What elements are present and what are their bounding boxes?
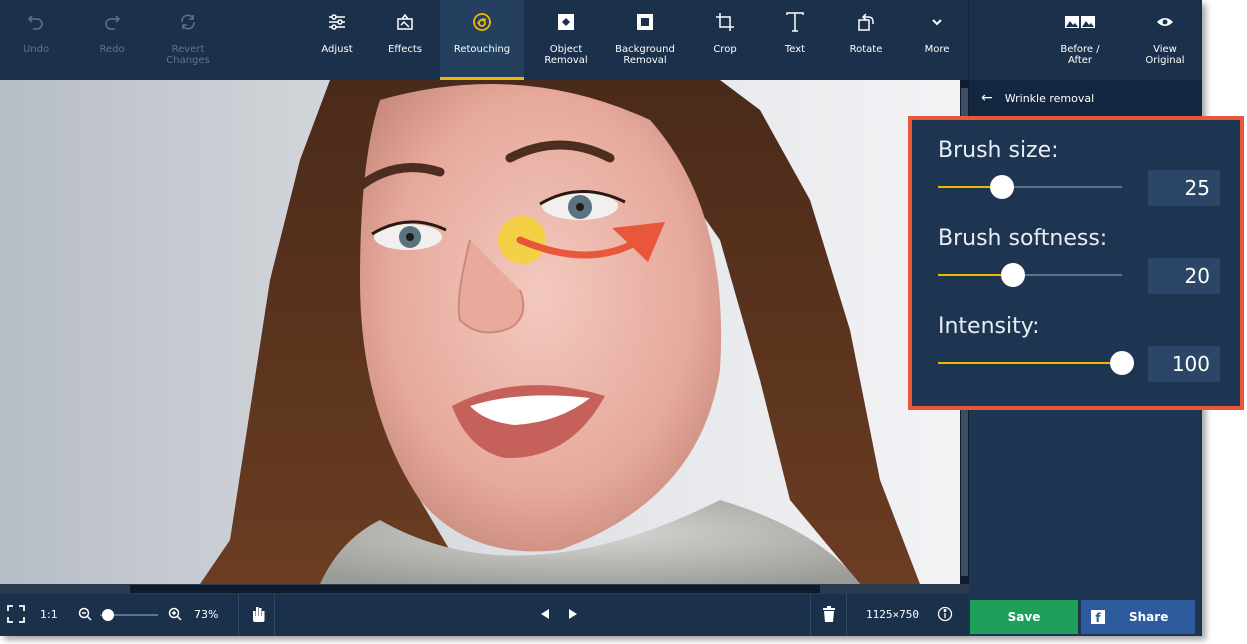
zoom-slider[interactable] (100, 609, 158, 621)
divider (238, 594, 239, 636)
before-after-icon (1064, 0, 1096, 44)
divider (810, 594, 811, 636)
brush-size-slider[interactable] (938, 175, 1122, 199)
crop-icon (715, 0, 735, 44)
effects-label: Effects (388, 44, 422, 55)
intensity-label: Intensity: (938, 314, 1040, 339)
eye-icon (1156, 0, 1174, 44)
retouching-label: Retouching (453, 44, 511, 55)
view-original-label: View Original (1145, 44, 1185, 66)
sliders-icon (327, 0, 347, 44)
save-button[interactable]: Save (970, 600, 1078, 634)
brush-softness-slider-knob[interactable] (1001, 263, 1025, 287)
undo-label: Undo (22, 44, 50, 55)
background-removal-icon (635, 0, 655, 44)
more-button[interactable]: More (906, 0, 968, 80)
brush-size-label: Brush size: (938, 138, 1059, 163)
share-button[interactable]: f Share (1081, 600, 1195, 634)
retouching-button[interactable]: Retouching (440, 0, 524, 80)
rotate-label: Rotate (849, 44, 883, 55)
trash-icon[interactable] (822, 605, 836, 626)
horizontal-scroll-thumb[interactable] (130, 585, 820, 593)
rotate-button[interactable]: Rotate (830, 0, 902, 80)
brush-softness-slider[interactable] (938, 263, 1122, 287)
object-removal-icon (556, 0, 576, 44)
adjust-button[interactable]: Adjust (304, 0, 370, 80)
info-icon[interactable] (937, 606, 953, 625)
back-arrow-icon[interactable]: ← (981, 90, 993, 106)
brush-size-slider-knob[interactable] (990, 175, 1014, 199)
image-dimensions: 1125×750 (866, 608, 919, 621)
undo-icon (26, 0, 46, 44)
bottom-bar: 1:1 73% 1125×750 (0, 594, 969, 636)
intensity-slider-knob[interactable] (1110, 351, 1134, 375)
rotate-icon (856, 0, 876, 44)
effects-icon (395, 0, 415, 44)
zoom-slider-knob[interactable] (102, 609, 114, 621)
object-removal-label: Object Removal (544, 44, 588, 66)
zoom-level: 73% (194, 608, 219, 621)
intensity-value[interactable]: 100 (1148, 346, 1220, 382)
more-label: More (924, 44, 950, 55)
redo-icon (102, 0, 122, 44)
horizontal-scrollbar[interactable] (0, 584, 969, 594)
text-button[interactable]: Text (760, 0, 830, 80)
share-label: Share (1129, 610, 1169, 624)
redo-label: Redo (99, 44, 125, 55)
crop-button[interactable]: Crop (690, 0, 760, 80)
divider (846, 594, 847, 636)
intensity-slider[interactable] (938, 351, 1134, 375)
background-removal-label: Background Removal (615, 44, 675, 66)
intensity-slider-fill (938, 362, 1122, 364)
before-after-button[interactable]: Before / After (1035, 0, 1125, 80)
adjust-label: Adjust (321, 44, 353, 55)
divider (274, 594, 275, 636)
retouching-icon (471, 0, 493, 44)
hand-tool-icon[interactable] (250, 605, 266, 626)
brush-size-value[interactable]: 25 (1148, 170, 1220, 206)
revert-icon (178, 0, 198, 44)
image-canvas[interactable] (0, 80, 960, 584)
chevron-down-icon (930, 0, 944, 44)
brush-settings-callout: Brush size: 25 Brush softness: 20 Intens… (908, 116, 1244, 410)
panel-header[interactable]: ← Wrinkle removal (969, 80, 1202, 116)
brush-softness-value[interactable]: 20 (1148, 258, 1220, 294)
redo-button[interactable]: Redo (72, 0, 152, 80)
previous-image-icon[interactable] (540, 608, 550, 623)
text-label: Text (784, 44, 806, 55)
facebook-icon: f (1091, 610, 1105, 625)
revert-changes-button[interactable]: Revert Changes (152, 0, 224, 80)
zoom-in-icon[interactable] (168, 607, 182, 624)
next-image-icon[interactable] (568, 608, 578, 623)
portrait-photo (200, 80, 920, 584)
crop-label: Crop (713, 44, 737, 55)
effects-button[interactable]: Effects (370, 0, 440, 80)
fit-to-screen-icon[interactable] (6, 604, 26, 627)
brush-softness-label: Brush softness: (938, 226, 1108, 251)
actual-size-button[interactable]: 1:1 (40, 608, 58, 621)
toolbar-view-group: Before / After View Original (968, 0, 1202, 80)
zoom-out-icon[interactable] (78, 607, 92, 624)
panel-title: Wrinkle removal (1004, 91, 1095, 105)
view-original-button[interactable]: View Original (1129, 0, 1201, 80)
background-removal-button[interactable]: Background Removal (604, 0, 686, 80)
before-after-label: Before / After (1060, 44, 1100, 66)
text-icon (785, 0, 805, 44)
object-removal-button[interactable]: Object Removal (528, 0, 604, 80)
revert-label: Revert Changes (166, 44, 210, 66)
undo-button[interactable]: Undo (0, 0, 72, 80)
